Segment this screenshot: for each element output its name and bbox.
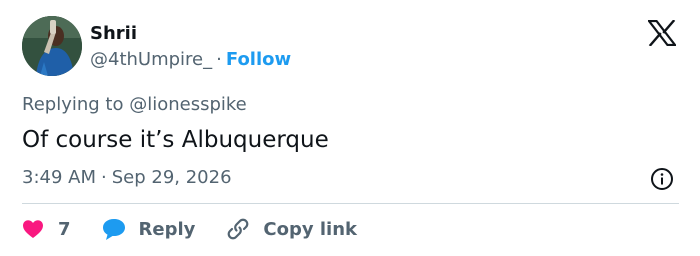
author-name[interactable]: Shrii [90, 22, 137, 46]
follow-button[interactable]: Follow [226, 49, 291, 70]
copy-link-button[interactable]: Copy link [225, 216, 357, 242]
x-logo-icon[interactable] [646, 19, 678, 47]
reply-button[interactable]: Reply [101, 217, 196, 241]
heart-icon [22, 219, 44, 239]
avatar[interactable] [22, 16, 82, 76]
speech-bubble-icon [101, 217, 127, 241]
handle-separator: · [216, 49, 222, 70]
action-bar: 7 Reply Copy link [22, 214, 357, 244]
divider [22, 203, 679, 204]
copy-link-label: Copy link [263, 218, 357, 240]
like-count: 7 [58, 218, 71, 240]
tweet-text: Of course it’s Albuquerque [22, 127, 329, 153]
author-handle[interactable]: @4thUmpire_ [90, 49, 212, 70]
avatar-photo [22, 16, 82, 76]
timestamp-separator: · [101, 167, 107, 188]
author-handle-row: @4thUmpire_ · Follow [90, 48, 291, 72]
tweet-timestamp[interactable]: 3:49 AM · Sep 29, 2026 [22, 166, 232, 190]
tweet-date: Sep 29, 2026 [111, 167, 232, 188]
reply-label: Reply [138, 218, 196, 240]
like-button[interactable]: 7 [22, 219, 71, 240]
tweet-embed-card: Shrii @4thUmpire_ · Follow Replying to @li… [0, 0, 700, 256]
tweet-time: 3:49 AM [22, 167, 96, 188]
link-icon [225, 216, 251, 242]
reply-context[interactable]: Replying to @lionesspike [22, 93, 247, 117]
info-icon[interactable] [650, 167, 674, 191]
